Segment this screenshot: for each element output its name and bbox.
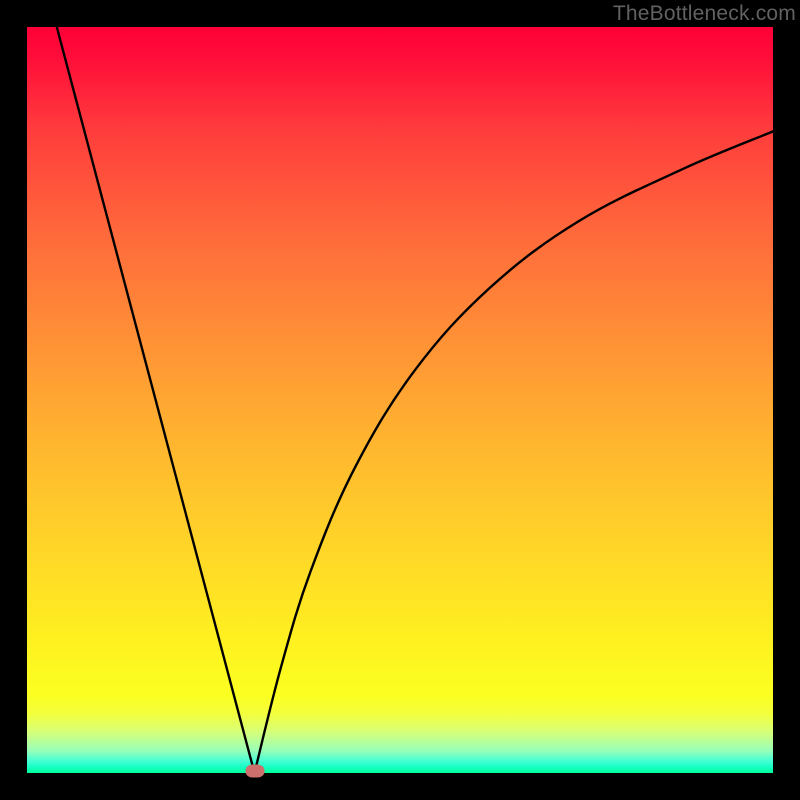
minimum-marker [245,765,264,778]
plot-area [27,27,773,773]
bottleneck-curve [27,27,773,773]
chart-frame: TheBottleneck.com [0,0,800,800]
curve-path [57,27,773,773]
watermark-text: TheBottleneck.com [613,2,796,26]
